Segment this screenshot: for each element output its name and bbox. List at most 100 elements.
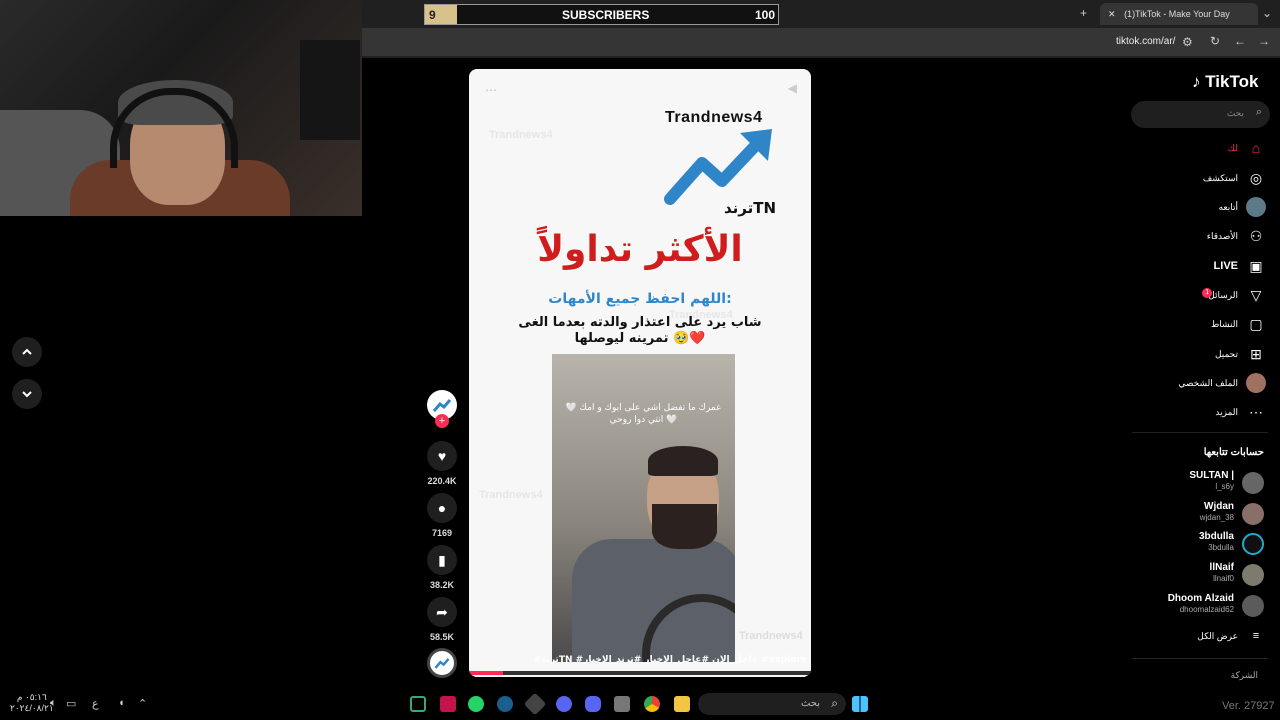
account-handle: llnaif0: [1213, 574, 1234, 583]
comment-icon[interactable]: ●: [427, 493, 457, 523]
nav-label: استكشف: [1202, 172, 1238, 183]
steam-icon[interactable]: [497, 696, 513, 712]
more-icon: ⋯: [1249, 403, 1263, 420]
video-player[interactable]: Trandnews4 Trandnews4 Trandnews4 ⋯ ◀ Tra…: [469, 69, 811, 677]
subscriber-count: 9: [429, 8, 436, 22]
avatar-icon: [1246, 197, 1266, 217]
account-name: 3bdulla: [1198, 531, 1234, 542]
video-progress-bar[interactable]: [469, 671, 811, 675]
app-icon[interactable]: [440, 696, 456, 712]
url-text[interactable]: tiktok.com/ar/: [1116, 36, 1175, 47]
app-icon[interactable]: [556, 696, 572, 712]
nav-activity[interactable]: النشاط ▢: [1211, 314, 1266, 334]
next-video-button[interactable]: [12, 379, 42, 409]
avatar: [1242, 595, 1264, 617]
search-input[interactable]: بحث ⌕: [1131, 101, 1270, 128]
excel-app-icon[interactable]: [410, 696, 426, 712]
chrome-icon[interactable]: [644, 696, 660, 712]
clip-overlay-text: عمرك ما تفضل اشي على ابوك و امك 🤍 انتي د…: [565, 403, 722, 425]
taskbar: ٠٥:١٦ م ٢٠٢٤/٠٨/٢١ 🔈︎ ▭ ع ◖ ⌃ بحث ⌕ Ver.…: [0, 688, 1280, 720]
close-tab-icon[interactable]: ✕: [1108, 9, 1116, 19]
following-account[interactable]: Wjdan wjdan_38: [1124, 501, 1264, 529]
sidebar: ♪ TikTok بحث ⌕ لك ⌂ استكشف ◎ أتابعه الأصدق…: [1120, 58, 1280, 688]
nav-friends[interactable]: الأصدقاء ⚇: [1207, 226, 1266, 246]
like-count: 220.4K: [427, 476, 457, 486]
follow-plus-icon[interactable]: +: [435, 414, 449, 428]
previous-video-button[interactable]: [12, 337, 42, 367]
following-account[interactable]: SULTAN | l_s6y: [1124, 470, 1264, 498]
nav-live[interactable]: LIVE ▣: [1214, 256, 1266, 276]
system-clock[interactable]: ٠٥:١٦ م ٢٠٢٤/٠٨/٢١: [10, 692, 54, 714]
nav-label: النشاط: [1210, 318, 1238, 329]
nav-label: الأصدقاء: [1206, 230, 1238, 241]
store-icon[interactable]: [614, 696, 630, 712]
clip-person-hair: [648, 446, 718, 476]
video-hashtags[interactable]: #ترندTN #عاجل_الان #عاجل_الاخبار #ترند_ا…: [469, 655, 807, 665]
following-account[interactable]: Dhoom Alzaid dhoomalzaid62: [1124, 593, 1264, 621]
clock-time: ٠٥:١٦ م: [16, 692, 47, 702]
taskbar-search-input[interactable]: بحث ⌕: [698, 693, 846, 715]
microphone-icon[interactable]: ◖: [118, 697, 125, 709]
nav-more[interactable]: المزيد ⋯: [1215, 402, 1266, 422]
following-account[interactable]: 3bdulla 3bdulla: [1124, 531, 1264, 559]
more-options-icon[interactable]: ⋯: [485, 83, 497, 97]
site-settings-icon[interactable]: ⚙: [1182, 35, 1193, 49]
language-indicator[interactable]: ع: [92, 697, 99, 710]
following-account[interactable]: llNaif llnaif0: [1124, 562, 1264, 590]
browser-tab[interactable]: ✕ (1)TikTok - Make Your Day: [1100, 3, 1258, 25]
heart-icon[interactable]: ♥: [427, 441, 457, 471]
nav-label: LIVE: [1213, 260, 1238, 272]
new-tab-icon[interactable]: +: [1080, 6, 1087, 20]
address-bar[interactable]: tiktok.com/ar/ ⚙ ↻ ← →: [362, 28, 1280, 56]
music-disc-icon[interactable]: [427, 648, 457, 678]
share-count: 58.5K: [429, 632, 455, 642]
share-action[interactable]: ➦ 58.5K: [426, 597, 458, 642]
chevron-down-icon: [22, 391, 32, 398]
back-icon[interactable]: ←: [1234, 34, 1246, 48]
nav-following[interactable]: أتابعه: [1219, 197, 1266, 217]
forward-icon[interactable]: →: [1258, 34, 1270, 48]
save-action[interactable]: ▮ 38.2K: [426, 545, 458, 590]
nav-label: المزيد: [1215, 406, 1238, 417]
tiktok-logo[interactable]: ♪ TikTok: [1192, 72, 1258, 92]
app-icon[interactable]: [523, 692, 547, 716]
creator-avatar-button[interactable]: +: [426, 390, 458, 428]
nav-profile[interactable]: الملف الشخصي: [1178, 373, 1266, 393]
account-name: Dhoom Alzaid: [1167, 593, 1234, 604]
share-icon[interactable]: ➦: [427, 597, 457, 627]
see-all-label: عرض الكل: [1197, 630, 1238, 641]
account-handle: l_s6y: [1215, 482, 1234, 491]
list-icon: ≡: [1252, 630, 1260, 642]
nav-for-you[interactable]: لك ⌂: [1228, 138, 1266, 158]
sound-disc[interactable]: [426, 648, 458, 678]
bookmark-icon[interactable]: ▮: [427, 545, 457, 575]
nav-messages[interactable]: الرسائل 1 ▽: [1202, 285, 1266, 305]
video-watermark: Trandnews4: [739, 630, 803, 642]
nav-upload[interactable]: تحميل ⊞: [1215, 344, 1266, 364]
whatsapp-icon[interactable]: [468, 696, 484, 712]
nav-label: تحميل: [1214, 348, 1238, 359]
trend-arrow-icon: [432, 399, 452, 412]
discord-icon[interactable]: [585, 696, 601, 712]
comment-action[interactable]: ● 7169: [426, 493, 458, 538]
nav-label: الملف الشخصي: [1178, 377, 1238, 388]
brand-tag: ترندTN: [724, 199, 777, 217]
avatar: [1242, 533, 1264, 555]
avatar: [1242, 472, 1264, 494]
volume-icon[interactable]: 🔈︎: [50, 697, 57, 710]
network-icon[interactable]: ▭: [66, 697, 76, 710]
profile-icon: [1246, 373, 1266, 393]
tab-menu-icon[interactable]: ⌄: [1262, 6, 1272, 20]
search-icon[interactable]: ⌕: [1256, 106, 1262, 119]
video-caption: شاب يرد على اعتذار والدته بعدما الغى تمر…: [518, 315, 762, 346]
file-explorer-icon[interactable]: [674, 696, 690, 712]
account-handle: wjdan_38: [1199, 513, 1234, 522]
tray-expand-icon[interactable]: ⌃: [138, 697, 147, 710]
company-link[interactable]: الشركة: [1231, 670, 1258, 681]
like-action[interactable]: ♥ 220.4K: [426, 441, 458, 486]
reload-icon[interactable]: ↻: [1210, 34, 1220, 48]
nav-explore[interactable]: استكشف ◎: [1203, 168, 1266, 188]
see-all-link[interactable]: عرض الكل ≡: [1197, 626, 1266, 646]
mute-icon[interactable]: ◀: [788, 81, 797, 95]
start-windows-icon[interactable]: [852, 696, 868, 712]
